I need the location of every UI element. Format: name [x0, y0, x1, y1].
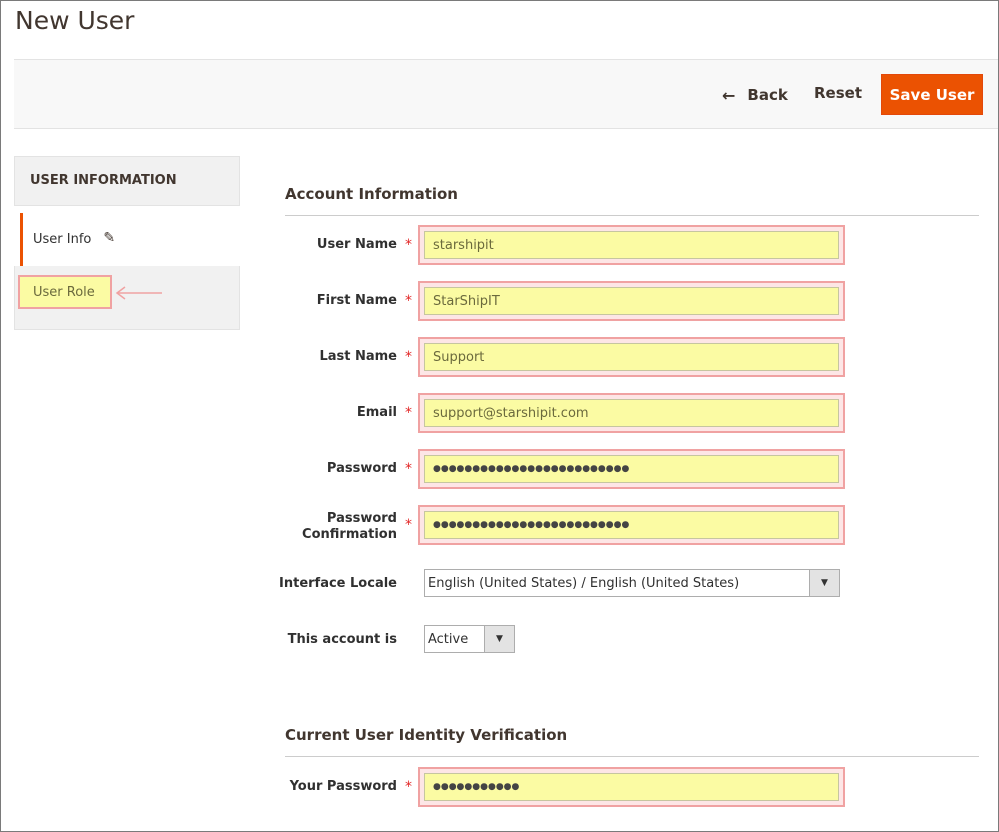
- password-label: Password: [326, 461, 397, 476]
- required-marker: *: [405, 293, 412, 309]
- back-button[interactable]: ← Back: [722, 84, 788, 106]
- firstname-label: First Name: [316, 293, 397, 308]
- identity-verification-heading: Current User Identity Verification: [285, 726, 979, 757]
- required-marker: *: [405, 405, 412, 421]
- pencil-icon: ✎: [103, 230, 116, 246]
- account-information-heading: Account Information: [285, 185, 979, 216]
- password-confirmation-label: Password Confirmation: [277, 511, 397, 543]
- pink-arrow-icon: [115, 286, 162, 300]
- password-confirmation-highlight: ●●●●●●●●●●●●●●●●●●●●●●●●●: [418, 505, 845, 545]
- sidebar-item-user-info[interactable]: User Info ✎: [20, 213, 240, 267]
- required-marker: *: [405, 779, 412, 795]
- required-marker: *: [405, 237, 412, 253]
- firstname-highlight: StarShipIT: [418, 281, 845, 321]
- username-highlight: starshipit: [418, 225, 845, 265]
- email-highlight: support@starshipit.com: [418, 393, 845, 433]
- password-confirmation-label-line2: Confirmation: [302, 527, 397, 542]
- arrow-left-icon: ←: [722, 85, 736, 105]
- password-highlight: ●●●●●●●●●●●●●●●●●●●●●●●●●: [418, 449, 845, 489]
- required-marker: *: [405, 349, 412, 365]
- back-button-label: Back: [747, 86, 788, 104]
- interface-locale-select[interactable]: English (United States) / English (Unite…: [424, 569, 840, 597]
- reset-button[interactable]: Reset: [814, 84, 862, 102]
- account-status-label: This account is: [287, 632, 397, 647]
- email-label: Email: [356, 405, 397, 420]
- interface-locale-label: Interface Locale: [279, 576, 397, 591]
- password-confirmation-field[interactable]: ●●●●●●●●●●●●●●●●●●●●●●●●●: [424, 511, 839, 539]
- lastname-label: Last Name: [319, 349, 397, 364]
- page-actions-bar: ← Back Reset Save User: [14, 59, 998, 129]
- username-field[interactable]: starshipit: [424, 231, 839, 259]
- firstname-field[interactable]: StarShipIT: [424, 287, 839, 315]
- lastname-highlight: Support: [418, 337, 845, 377]
- your-password-label: Your Password: [289, 779, 397, 794]
- save-user-button[interactable]: Save User: [881, 74, 983, 115]
- interface-locale-value: English (United States) / English (Unite…: [428, 576, 740, 591]
- page-title: New User: [15, 6, 135, 35]
- required-marker: *: [405, 461, 412, 477]
- sidebar-title: USER INFORMATION: [14, 156, 240, 206]
- triangle-down-icon: ▼: [809, 570, 839, 596]
- password-confirmation-label-line1: Password: [326, 511, 397, 526]
- triangle-down-icon: ▼: [484, 626, 514, 652]
- username-label: User Name: [316, 237, 397, 252]
- lastname-field[interactable]: Support: [424, 343, 839, 371]
- account-status-select[interactable]: Active ▼: [424, 625, 515, 653]
- password-field[interactable]: ●●●●●●●●●●●●●●●●●●●●●●●●●: [424, 455, 839, 483]
- account-status-value: Active: [428, 632, 469, 647]
- sidebar-item-label: User Info: [33, 232, 92, 247]
- your-password-field[interactable]: ●●●●●●●●●●●: [424, 773, 839, 801]
- your-password-highlight: ●●●●●●●●●●●: [418, 767, 845, 807]
- email-field[interactable]: support@starshipit.com: [424, 399, 839, 427]
- sidebar-item-user-role[interactable]: User Role: [18, 275, 112, 309]
- required-marker: *: [405, 517, 412, 533]
